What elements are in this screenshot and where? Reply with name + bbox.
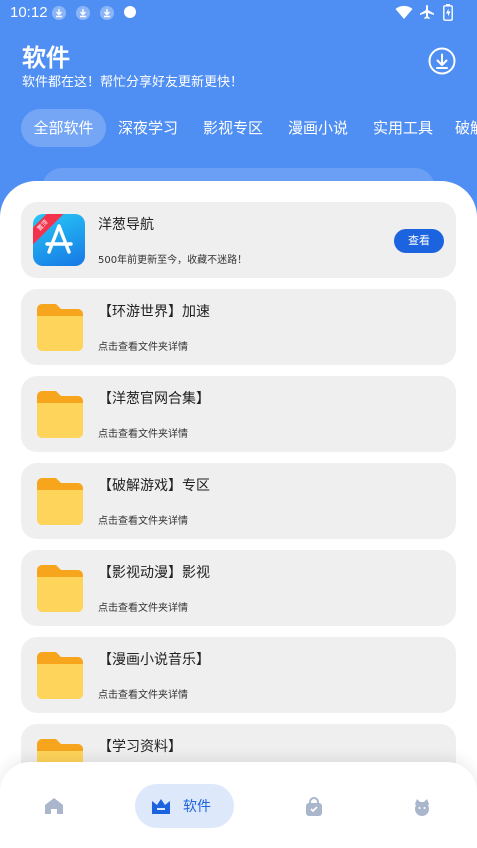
nav-profile[interactable] (400, 784, 444, 828)
dot-icon (124, 6, 136, 18)
list-item-folder[interactable]: 【漫画小说音乐】 点击查看文件夹详情 (21, 637, 456, 713)
folder-icon (37, 565, 83, 612)
list-item-title: 【破解游戏】专区 (98, 478, 210, 494)
list-item-subtitle: 点击查看文件夹详情 (98, 690, 188, 701)
content-panel: 置顶 洋葱导航 500年前更新至今，收藏不迷路！ 查看 【环游世界】加速 点击查… (0, 181, 477, 848)
category-tabs: 全部软件 深夜学习 影视专区 漫画小说 实用工具 破解 (21, 109, 477, 147)
view-button[interactable]: 查看 (394, 229, 444, 253)
tab-comics-novels[interactable]: 漫画小说 (283, 109, 353, 147)
page-title: 软件 (22, 44, 70, 72)
tab-utilities[interactable]: 实用工具 (368, 109, 438, 147)
download-icon (52, 6, 66, 20)
wifi-icon (395, 5, 413, 19)
tab-late-night-study[interactable]: 深夜学习 (113, 109, 183, 147)
list-item-folder[interactable]: 【洋葱官网合集】 点击查看文件夹详情 (21, 376, 456, 452)
list-item-title: 洋葱导航 (98, 217, 154, 233)
folder-icon (37, 304, 83, 351)
app-store-icon: 置顶 (33, 214, 85, 266)
download-circle-icon[interactable] (428, 47, 456, 75)
download-icon (76, 6, 90, 20)
nav-software[interactable]: 软件 (135, 784, 234, 828)
home-icon (45, 798, 63, 814)
nav-bag[interactable] (292, 784, 336, 828)
status-bar: 10:12 (0, 0, 477, 28)
folder-icon (37, 652, 83, 699)
list-item-title: 【环游世界】加速 (98, 304, 210, 320)
bag-icon (306, 797, 322, 816)
airplane-icon (420, 5, 434, 19)
list-item-subtitle: 点击查看文件夹详情 (98, 603, 188, 614)
folder-icon (37, 478, 83, 525)
nav-software-label: 软件 (183, 799, 211, 815)
list-item-subtitle: 点击查看文件夹详情 (98, 516, 188, 527)
status-time: 10:12 (10, 4, 48, 21)
list-item-subtitle: 500年前更新至今，收藏不迷路！ (98, 255, 248, 266)
battery-icon (443, 4, 453, 21)
folder-icon (37, 391, 83, 438)
list-item-folder[interactable]: 【影视动漫】影视 点击查看文件夹详情 (21, 550, 456, 626)
list-item-title: 【影视动漫】影视 (98, 565, 210, 581)
tab-all-software[interactable]: 全部软件 (21, 109, 106, 147)
list-item-title: 【漫画小说音乐】 (98, 652, 210, 668)
list-item-title: 【学习资料】 (98, 739, 182, 755)
list-item-subtitle: 点击查看文件夹详情 (98, 429, 188, 440)
tab-film-tv[interactable]: 影视专区 (198, 109, 268, 147)
page-subtitle: 软件都在这！帮忙分享好友更新更快！ (22, 75, 244, 90)
profile-icon (415, 799, 429, 816)
download-icon (100, 6, 114, 20)
bottom-nav: 软件 (0, 762, 477, 848)
list-item-onion-nav[interactable]: 置顶 洋葱导航 500年前更新至今，收藏不迷路！ 查看 (21, 202, 456, 278)
nav-home[interactable] (32, 784, 76, 828)
list-item-subtitle: 点击查看文件夹详情 (98, 342, 188, 353)
list-item-title: 【洋葱官网合集】 (98, 391, 210, 407)
crown-icon (152, 799, 170, 814)
list-item-folder[interactable]: 【破解游戏】专区 点击查看文件夹详情 (21, 463, 456, 539)
tab-cracked[interactable]: 破解 (455, 109, 477, 147)
list-item-folder[interactable]: 【环游世界】加速 点击查看文件夹详情 (21, 289, 456, 365)
